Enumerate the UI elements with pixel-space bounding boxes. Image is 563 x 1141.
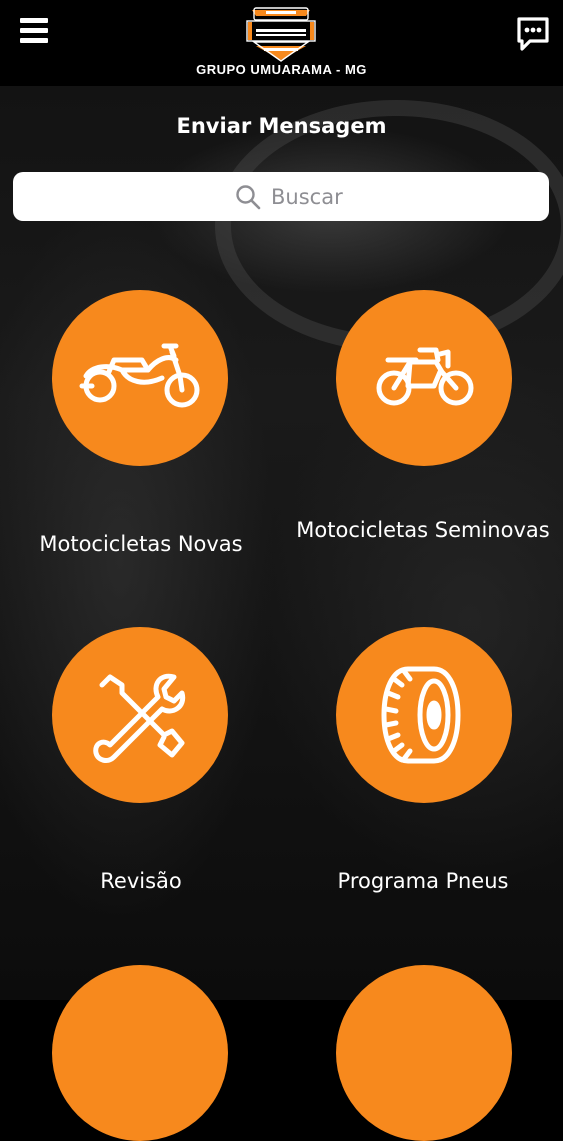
tile-label: Motocicletas Novas xyxy=(39,532,243,556)
tile-circle-next-row[interactable] xyxy=(336,965,512,1141)
used-motorcycle-icon xyxy=(376,347,474,406)
app-header: GRUPO UMUARAMA - MG xyxy=(0,0,563,86)
tile-revisao[interactable]: Revisão xyxy=(0,627,282,907)
tile-motocicletas-novas[interactable]: Motocicletas Novas xyxy=(0,290,282,580)
tire-icon xyxy=(381,666,461,764)
tile-circle-next-row[interactable] xyxy=(52,965,228,1141)
tile-circle xyxy=(52,290,228,466)
wrench-screwdriver-icon xyxy=(93,673,186,763)
cruiser-motorcycle-icon xyxy=(79,343,200,408)
tile-circle xyxy=(52,627,228,803)
send-message-link[interactable]: Enviar Mensagem xyxy=(0,114,563,138)
hamburger-menu-icon[interactable] xyxy=(20,18,48,46)
tile-programa-pneus[interactable]: Programa Pneus xyxy=(282,627,563,907)
harley-davidson-logo xyxy=(246,7,316,62)
tile-motocicletas-seminovas[interactable]: Motocicletas Seminovas xyxy=(282,290,563,580)
tile-circle xyxy=(336,290,512,466)
chat-bubble-icon[interactable] xyxy=(516,16,550,52)
tile-label: Programa Pneus xyxy=(337,869,509,893)
search-icon xyxy=(236,185,261,210)
tile-label: Motocicletas Seminovas xyxy=(296,518,550,542)
dealer-name: GRUPO UMUARAMA - MG xyxy=(196,62,367,77)
search-bar[interactable] xyxy=(13,172,549,221)
search-input[interactable] xyxy=(271,185,471,209)
tile-label: Revisão xyxy=(100,869,182,893)
tile-circle xyxy=(336,627,512,803)
